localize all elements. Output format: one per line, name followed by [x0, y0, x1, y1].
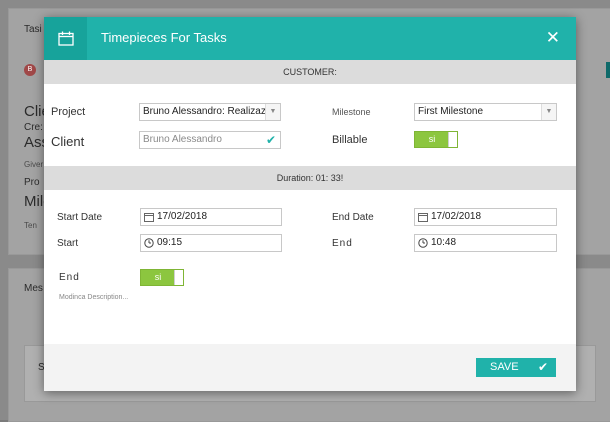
close-icon[interactable]: ✕ [546, 28, 560, 48]
calendar-icon [144, 213, 154, 222]
chevron-down-icon: ▼ [541, 104, 556, 120]
end-date-label: End Date [332, 212, 374, 223]
background-label-project: Pro [24, 177, 40, 188]
end-date-value: 17/02/2018 [431, 211, 482, 222]
timepiece-modal: Timepieces For Tasks ✕ CUSTOMER: Project… [44, 17, 576, 391]
check-icon: ✔ [265, 133, 276, 147]
background-label-given: Giver [24, 160, 44, 169]
background-tab-label: Tasi [24, 24, 42, 35]
end-time-field[interactable]: 10:48 [414, 234, 557, 252]
start-time-value: 09:15 [157, 237, 183, 248]
save-label: SAVE [490, 361, 519, 373]
billable-toggle[interactable]: si [414, 131, 458, 148]
start-date-label: Start Date [57, 212, 103, 223]
check-icon: ✔ [537, 360, 548, 374]
end-toggle[interactable]: si [140, 269, 184, 286]
client-field[interactable]: Bruno Alessandro ✔ [139, 131, 281, 149]
toggle-knob [174, 270, 183, 285]
billable-toggle-label: si [428, 134, 436, 144]
save-button[interactable]: SAVE ✔ [476, 358, 556, 377]
client-value: Bruno Alessandro [143, 134, 222, 145]
end-toggle-label: End [59, 272, 80, 283]
project-label: Project [51, 106, 86, 118]
section-customer: CUSTOMER: [44, 60, 576, 84]
start-date-value: 17/02/2018 [157, 211, 208, 222]
end-date-field[interactable]: 17/02/2018 [414, 208, 557, 226]
client-label: Client [51, 134, 85, 149]
end-time-value: 10:48 [431, 237, 457, 248]
start-date-field[interactable]: 17/02/2018 [140, 208, 282, 226]
project-select[interactable]: Bruno Alessandro: Realizaz ▼ [139, 103, 281, 121]
section-duration: Duration: 01: 33! [44, 166, 576, 190]
toggle-knob [448, 132, 457, 147]
modal-header: Timepieces For Tasks ✕ [44, 17, 576, 60]
end-time-label: End [332, 238, 353, 249]
project-value: Bruno Alessandro: Realizaz [143, 106, 266, 117]
clock-icon [418, 238, 428, 248]
background-accent-strip [606, 62, 610, 78]
billable-label: Billable [332, 134, 368, 146]
background-badge: B [24, 64, 36, 76]
chevron-down-icon: ▼ [265, 104, 280, 120]
start-time-label: Start [57, 238, 79, 249]
clock-icon [144, 238, 154, 248]
calendar-icon [418, 213, 428, 222]
milestone-value: First Milestone [418, 106, 484, 117]
milestone-label: Milestone [332, 107, 371, 117]
modify-description-link[interactable]: Modinca Description... [59, 294, 128, 301]
modal-title: Timepieces For Tasks [101, 30, 227, 45]
milestone-select[interactable]: First Milestone ▼ [414, 103, 557, 121]
background-label-created: Cre: [24, 122, 43, 133]
background-label-time: Ten [24, 221, 37, 230]
calendar-icon [44, 17, 87, 60]
background-lower-label: Mes [24, 283, 43, 294]
start-time-field[interactable]: 09:15 [140, 234, 282, 252]
end-toggle-value: si [154, 272, 162, 282]
